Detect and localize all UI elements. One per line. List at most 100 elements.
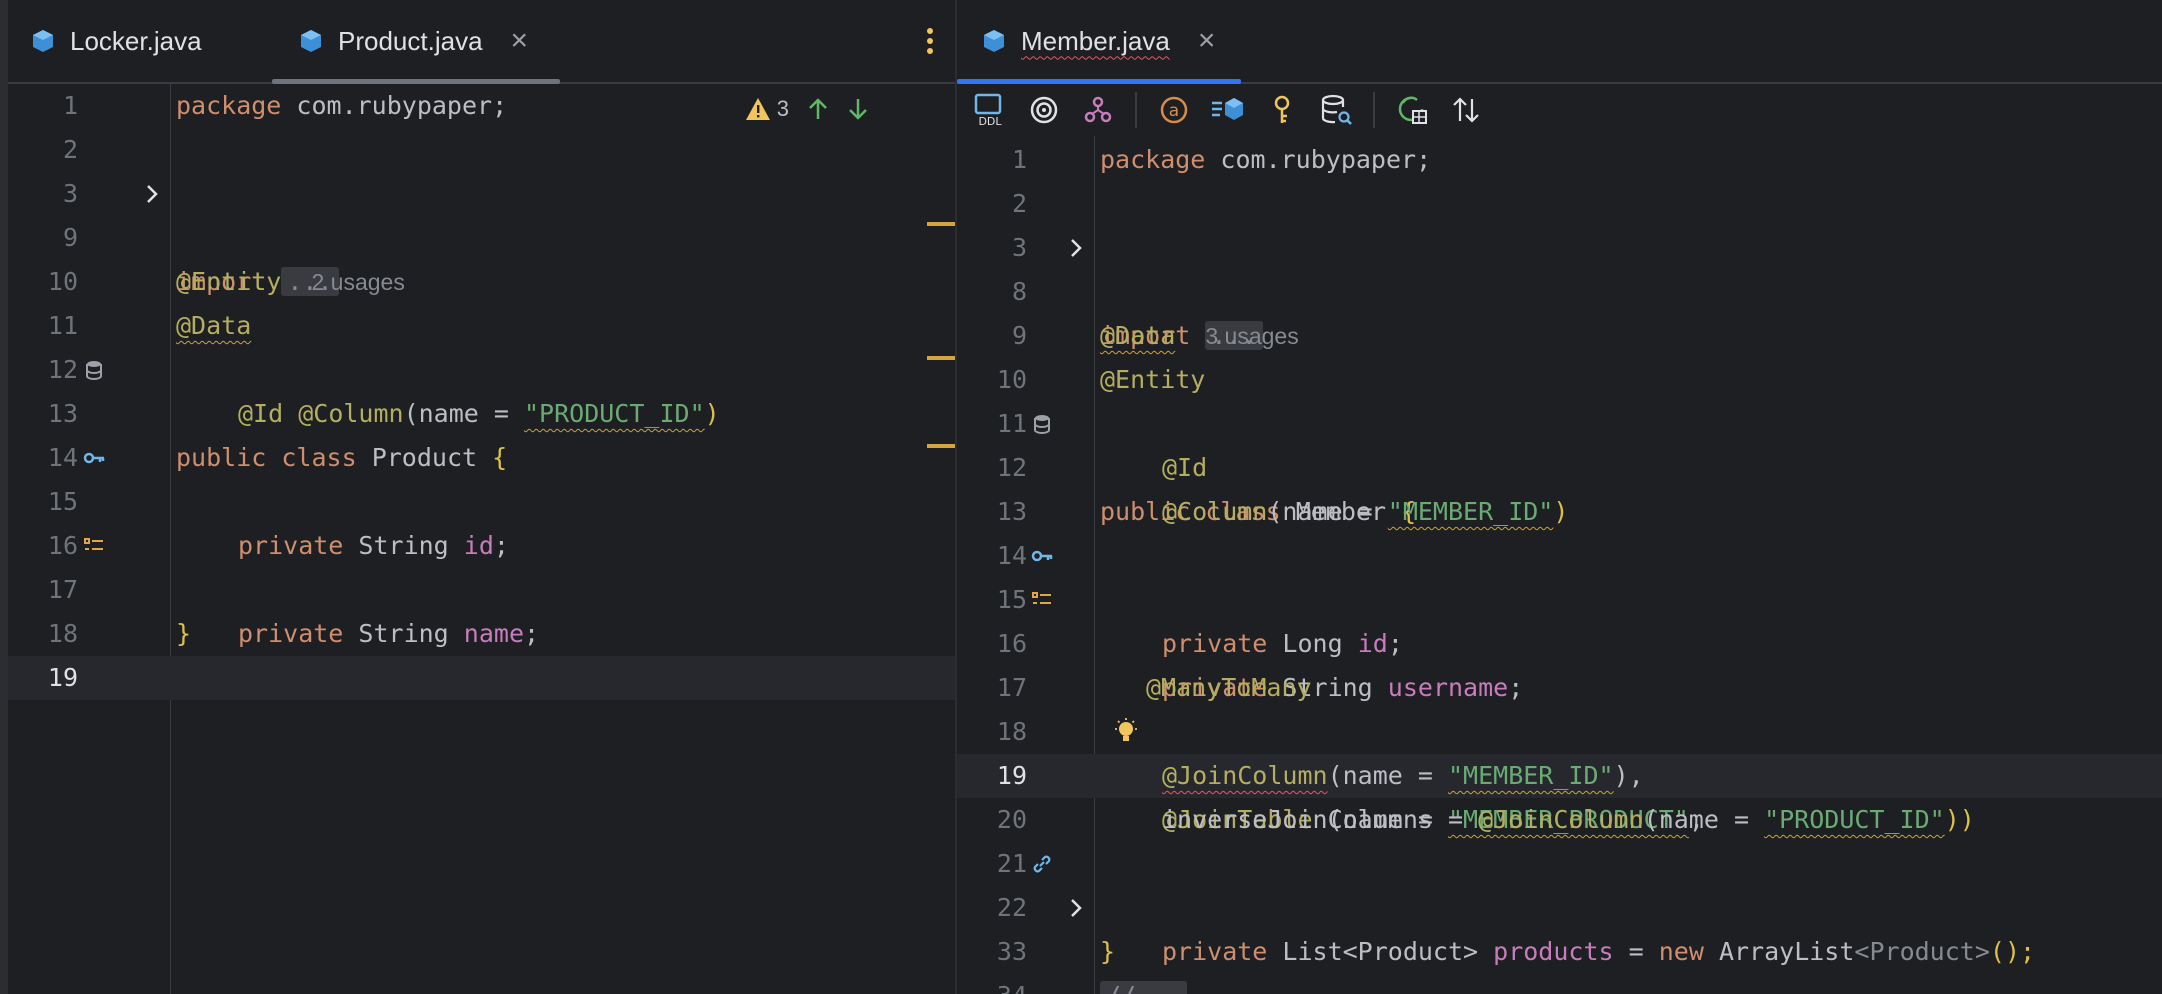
left-tool-strip (0, 0, 8, 994)
line-number: 13 (996, 497, 1027, 526)
line-number: 3 (62, 179, 78, 208)
diagram-icon[interactable] (1077, 89, 1119, 131)
keyword: package (1100, 145, 1206, 174)
lightbulb-icon[interactable] (1113, 718, 1139, 746)
code-text: (name = (403, 399, 524, 428)
code-line: 9 @Data 3 usages (957, 314, 2162, 358)
line-number: 15 (996, 585, 1027, 614)
line-number: 1 (62, 91, 78, 120)
annotation: @Id (1162, 453, 1208, 482)
string-literal: "PRODUCT_ID" (1764, 805, 1945, 834)
line-number: 33 (996, 937, 1027, 966)
java-class-icon (984, 30, 1004, 52)
annotation: @Data (1100, 321, 1176, 350)
key-icon[interactable] (1261, 89, 1303, 131)
column-icon[interactable] (1030, 588, 1054, 612)
code-line: 18} (8, 612, 955, 656)
code-line: 14 private String id; (8, 436, 955, 560)
line-number: 21 (996, 849, 1027, 878)
toolbar-separator (1135, 92, 1137, 128)
code-line: 16 (957, 622, 2162, 666)
package-name: com.rubypaper; (1220, 145, 1432, 174)
code-line: 14 private Long id; (957, 534, 2162, 658)
link-icon[interactable] (1030, 852, 1054, 876)
close-tab-icon[interactable]: × (511, 24, 529, 58)
java-class-icon (301, 30, 321, 52)
usages-hint[interactable]: 2 usages (311, 269, 404, 295)
current-line: 19 @JoinColumn(name = "MEMBER_ID"), (957, 754, 2162, 798)
chevron-right-icon[interactable] (1068, 897, 1084, 919)
annotation: @Column (298, 399, 404, 428)
code-line: 1 package com.rubypaper; (957, 138, 2162, 182)
code-line: 12 public class Product { (8, 348, 955, 472)
code-line: 22 //... (957, 886, 2162, 994)
close-tab-icon[interactable]: × (1198, 24, 1216, 58)
line-number: 11 (47, 311, 78, 340)
chevron-right-icon[interactable] (1068, 237, 1084, 259)
line-number: 19 (996, 761, 1027, 790)
sort-icon[interactable] (1445, 89, 1487, 131)
line-number: 8 (1011, 277, 1027, 306)
code-line: 8 (957, 270, 2162, 314)
code-line: 2 (957, 182, 2162, 226)
database-entity-icon[interactable] (82, 358, 106, 382)
refresh-db-icon[interactable] (1391, 89, 1433, 131)
code-line: 9 (8, 216, 955, 260)
key-icon[interactable] (1030, 544, 1054, 568)
at-sign-icon[interactable]: a (1153, 89, 1195, 131)
code-line: 3 import ... (957, 226, 2162, 350)
key-icon[interactable] (82, 446, 106, 470)
brace: } (176, 619, 192, 648)
annotation: @Id (238, 399, 284, 428)
code-line: 11 public class Member { (957, 402, 2162, 526)
line-number: 10 (996, 365, 1027, 394)
tab-product-java[interactable]: Product.java × (298, 0, 528, 82)
line-number: 15 (47, 487, 78, 516)
paren: ) (704, 399, 720, 428)
annotation: @JoinColumn (1478, 805, 1644, 834)
code-line: 16 private String name; (8, 524, 955, 648)
paren: )) (1944, 805, 1975, 834)
code-line: 1 package com.rubypaper; (8, 84, 955, 128)
code-text: (name = (1643, 805, 1765, 834)
left-tab-bar: Locker.java Product.java × (8, 0, 955, 84)
line-number: 34 (957, 974, 1027, 994)
line-number: 17 (47, 575, 78, 604)
tab-label: Product.java (338, 25, 483, 56)
line-number: 12 (996, 453, 1027, 482)
ddl-icon[interactable]: DDL (969, 89, 1011, 131)
tab-label: Locker.java (70, 25, 202, 56)
line-number: 18 (996, 717, 1027, 746)
tab-member-java[interactable]: Member.java × (981, 0, 1215, 82)
code-line: 11 @Data (8, 304, 955, 348)
code-line: 2 (8, 128, 955, 172)
annotation: @JoinColumn (1162, 761, 1328, 790)
code-line: 10 @Entity 2 usages (8, 260, 955, 304)
usages-hint[interactable]: 3 usages (1205, 323, 1298, 349)
chevron-right-icon[interactable] (144, 183, 160, 205)
column-icon[interactable] (82, 534, 106, 558)
toolbar-separator (1373, 92, 1375, 128)
db-search-icon[interactable] (1315, 89, 1357, 131)
code-line: 33} (957, 930, 2162, 974)
annotation: @ManyToMany (1146, 673, 1312, 702)
annotation: @Entity (176, 267, 282, 296)
string-literal: "MEMBER_ID" (1448, 761, 1614, 790)
code-line: 13 @Id @Column(name = "PRODUCT_ID") (8, 392, 955, 436)
target-icon[interactable] (1023, 89, 1065, 131)
annotation: @Column (1162, 497, 1268, 526)
svg-text:a: a (1169, 101, 1179, 121)
svg-text:DDL: DDL (978, 115, 1002, 128)
database-entity-icon[interactable] (1030, 412, 1054, 436)
code-line: 18 @JoinTable (name = "MEMBER_PRODUCT", (957, 710, 2162, 834)
package-name: com.rubypaper; (296, 91, 508, 120)
more-options-icon[interactable] (927, 28, 935, 58)
annotation: @Data (176, 311, 252, 340)
line-number: 2 (62, 135, 78, 164)
annotation: @Entity (1100, 365, 1206, 394)
tab-locker-java[interactable]: Locker.java (30, 0, 202, 82)
line-number: 2 (1011, 189, 1027, 218)
string-literal: "MEMBER_ID" (1387, 497, 1554, 526)
entity-list-icon[interactable] (1207, 89, 1249, 131)
code-line: 3 import ... (8, 172, 955, 296)
